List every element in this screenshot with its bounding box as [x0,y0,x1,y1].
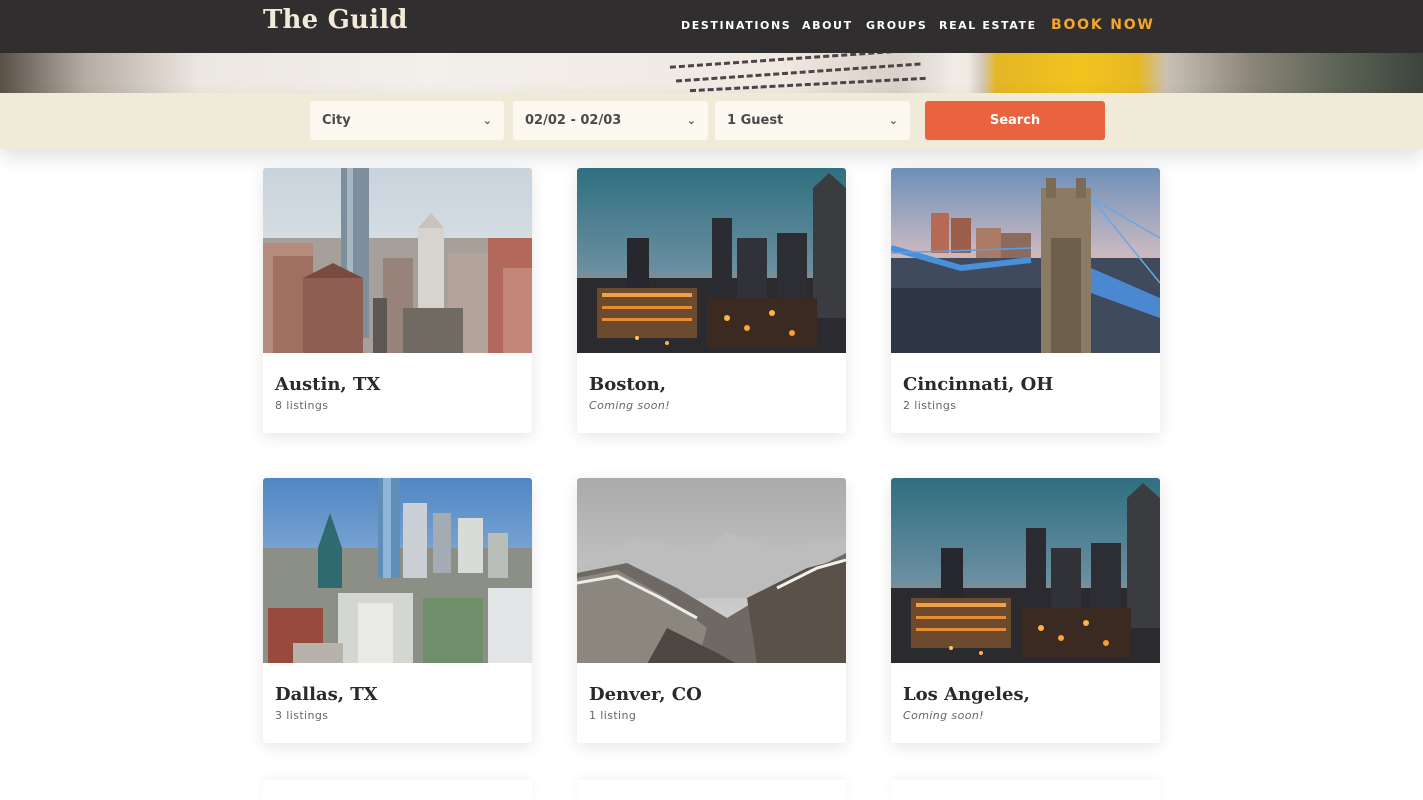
destination-card-boston[interactable]: Boston, Coming soon! [577,168,846,433]
destination-card-austin[interactable]: Austin, TX 8 listings [263,168,532,433]
listing-count: 3 listings [275,709,329,722]
listing-count: 8 listings [275,399,329,412]
search-button[interactable]: Search [925,101,1105,140]
coming-soon-label: Coming soon! [903,709,985,722]
chevron-down-icon: ⌄ [686,114,696,127]
site-logo[interactable]: The Guild [263,5,408,35]
nav-real-estate[interactable]: REAL ESTATE [939,18,1037,34]
dallas-skyline-image [263,478,532,663]
destination-name: Los Angeles, [903,684,1030,705]
top-nav-bar: The Guild DESTINATIONS ABOUT GROUPS REAL… [0,0,1423,53]
chevron-down-icon: ⌄ [888,114,898,127]
coming-soon-label: Coming soon! [589,399,671,412]
listing-count: 1 listing [589,709,637,722]
austin-skyline-image [263,168,532,353]
card-next-row [263,780,532,800]
city-select[interactable]: City ⌄ [310,101,504,140]
chevron-down-icon: ⌄ [482,114,492,127]
nav-groups[interactable]: GROUPS [866,18,927,34]
destination-card-cincinnati[interactable]: Cincinnati, OH 2 listings [891,168,1160,433]
hero-image [0,53,1423,93]
boston-skyline-image [577,168,846,353]
cincinnati-bridge-image [891,168,1160,353]
listing-count: 2 listings [903,399,957,412]
destination-name: Cincinnati, OH [903,374,1054,395]
destination-card-los-angeles[interactable]: Los Angeles, Coming soon! [891,478,1160,743]
nav-destinations[interactable]: DESTINATIONS [681,18,791,34]
guests-value: 1 Guest [727,113,784,128]
destination-card-dallas[interactable]: Dallas, TX 3 listings [263,478,532,743]
card-next-row [891,780,1160,800]
hero-shadow [0,53,60,93]
guests-select[interactable]: 1 Guest ⌄ [715,101,910,140]
date-range-value: 02/02 - 02/03 [525,113,622,128]
search-bar: City ⌄ 02/02 - 02/03 ⌄ 1 Guest ⌄ Search [0,93,1423,149]
city-select-value: City [322,113,351,128]
destination-name: Boston, [589,374,667,395]
denver-mountains-image [577,478,846,663]
los-angeles-skyline-image [891,478,1160,663]
card-next-row [577,780,846,800]
destination-name: Dallas, TX [275,684,378,705]
book-now-link[interactable]: BOOK NOW [1051,17,1155,33]
date-range-select[interactable]: 02/02 - 02/03 ⌄ [513,101,708,140]
nav-about[interactable]: ABOUT [802,18,853,34]
destination-name: Denver, CO [589,684,702,705]
destination-card-denver[interactable]: Denver, CO 1 listing [577,478,846,743]
destination-name: Austin, TX [275,374,381,395]
